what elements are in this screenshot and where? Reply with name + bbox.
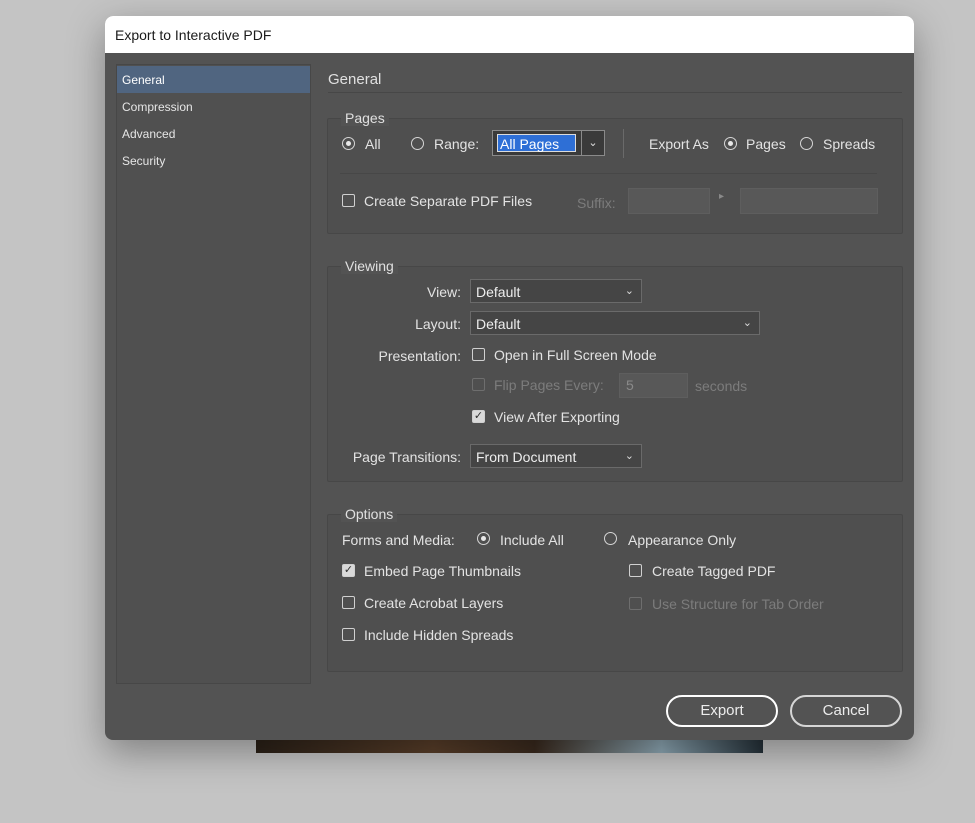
chevron-down-icon: ⌄ [624, 285, 634, 297]
export-as-spreads-radio[interactable] [800, 137, 813, 150]
presentation-label: Presentation: [378, 348, 462, 364]
viewing-legend: Viewing [341, 258, 398, 274]
pages-separator [623, 129, 624, 158]
view-label: View: [427, 284, 461, 300]
view-select[interactable]: Default ⌄ [470, 279, 642, 303]
flip-pages-checkbox[interactable] [472, 378, 485, 391]
page-title: General [328, 71, 382, 88]
sidebar: General Compression Advanced Security [116, 64, 311, 684]
range-combobox[interactable]: All Pages ⌄ [492, 130, 605, 156]
layout-select[interactable]: Default ⌄ [470, 311, 760, 335]
pages-group [327, 118, 903, 234]
embed-thumbnails-label: Embed Page Thumbnails [364, 563, 521, 579]
pages-legend: Pages [341, 110, 389, 126]
acrobat-layers-label: Create Acrobat Layers [364, 595, 504, 611]
export-button[interactable]: Export [666, 695, 778, 727]
full-screen-checkbox[interactable] [472, 348, 485, 361]
window-title: Export to Interactive PDF [115, 27, 272, 43]
view-after-checkbox[interactable]: ✓ [472, 410, 485, 423]
export-as-pages-radio[interactable] [724, 137, 737, 150]
title-divider [328, 92, 902, 93]
sidebar-item-label: General [122, 73, 165, 87]
options-legend: Options [341, 506, 398, 522]
suffix-label: Suffix: [577, 195, 616, 211]
layout-label: Layout: [415, 316, 461, 332]
page-transitions-select[interactable]: From Document ⌄ [470, 444, 642, 468]
sidebar-item-label: Advanced [122, 127, 176, 141]
hidden-spreads-checkbox[interactable] [342, 628, 355, 641]
suffix-input[interactable] [628, 188, 710, 214]
sidebar-item-advanced[interactable]: Advanced [117, 120, 310, 147]
triangle-right-icon: ▸ [719, 191, 725, 202]
include-all-radio[interactable] [477, 532, 490, 545]
export-as-spreads-label: Spreads [823, 136, 876, 152]
sidebar-item-security[interactable]: Security [117, 147, 310, 174]
sidebar-item-label: Security [122, 154, 166, 168]
sidebar-item-compression[interactable]: Compression [117, 93, 310, 120]
hidden-spreads-label: Include Hidden Spreads [364, 627, 514, 643]
separate-pdf-checkbox[interactable] [342, 194, 355, 207]
sidebar-item-label: Compression [122, 100, 193, 114]
title-bar: Export to Interactive PDF [105, 16, 914, 53]
tagged-pdf-label: Create Tagged PDF [652, 563, 776, 579]
include-all-label: Include All [500, 532, 564, 548]
flip-pages-label: Flip Pages Every: [494, 377, 604, 393]
chevron-down-icon[interactable]: ⌄ [581, 131, 604, 155]
export-as-label: Export As [649, 136, 709, 152]
pages-divider [340, 173, 877, 174]
flip-seconds-input[interactable]: 5 [619, 373, 688, 398]
tab-order-checkbox[interactable] [629, 597, 642, 610]
cancel-button[interactable]: Cancel [790, 695, 902, 727]
range-label: Range: [434, 136, 480, 152]
appearance-only-label: Appearance Only [628, 532, 737, 548]
embed-thumbnails-checkbox[interactable]: ✓ [342, 564, 355, 577]
page-transitions-label: Page Transitions: [352, 449, 461, 465]
chevron-down-icon: ⌄ [742, 317, 752, 329]
all-pages-label: All [365, 136, 381, 152]
forms-media-label: Forms and Media: [342, 532, 455, 548]
tagged-pdf-checkbox[interactable] [629, 564, 642, 577]
all-pages-radio[interactable] [342, 137, 355, 150]
sidebar-item-general[interactable]: General [117, 66, 310, 93]
view-after-label: View After Exporting [494, 409, 620, 425]
range-input[interactable]: All Pages [497, 134, 576, 152]
acrobat-layers-checkbox[interactable] [342, 596, 355, 609]
tab-order-label: Use Structure for Tab Order [652, 596, 824, 612]
export-as-pages-label: Pages [746, 136, 786, 152]
full-screen-label: Open in Full Screen Mode [494, 347, 657, 363]
appearance-only-radio[interactable] [604, 532, 617, 545]
range-radio[interactable] [411, 137, 424, 150]
chevron-down-icon: ⌄ [624, 450, 634, 462]
suffix-example-field [740, 188, 878, 214]
separate-pdf-label: Create Separate PDF Files [364, 193, 533, 209]
seconds-label: seconds [695, 378, 748, 394]
